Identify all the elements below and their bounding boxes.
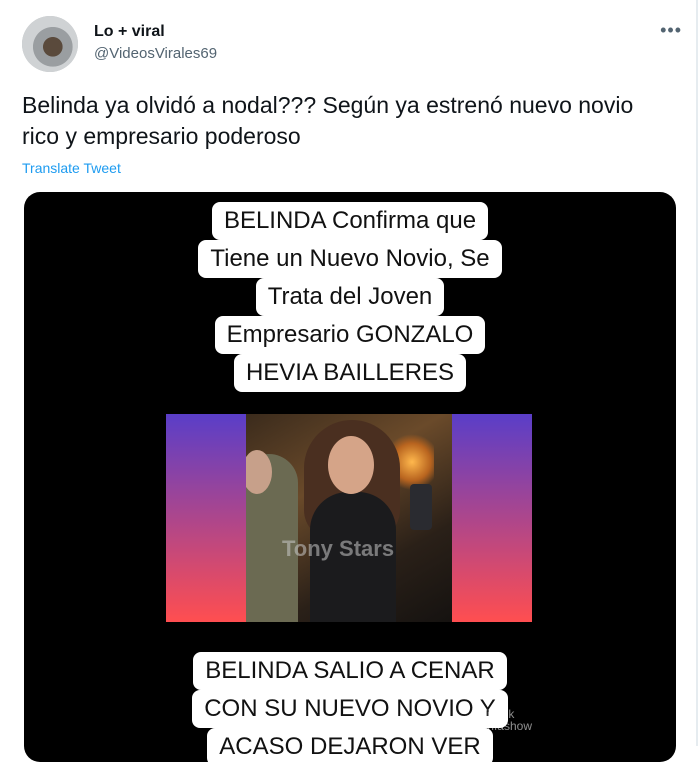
avatar[interactable] xyxy=(22,16,78,72)
video-watermark: Tony Stars xyxy=(282,536,395,561)
tweet-text: Belinda ya olvidó a nodal??? Según ya es… xyxy=(22,92,634,149)
video-scene xyxy=(246,414,452,622)
caption-line: ACASO DEJARON VER xyxy=(207,728,493,762)
author-block[interactable]: Lo + viral @VideosVirales69 xyxy=(94,22,217,64)
gradient-panel-right xyxy=(452,414,532,622)
caption-line: HEVIA BAILLERES xyxy=(233,354,467,392)
caption-line: Tiene un Nuevo Novio, Se xyxy=(198,240,502,278)
caption-line: BELINDA SALIO A CENAR xyxy=(193,652,507,690)
tiktok-user: @sonfashow xyxy=(462,719,532,733)
tiktok-watermark: ♪ TikTok @sonfashow xyxy=(462,692,532,733)
tweet-card: Lo + viral @VideosVirales69 ••• Belinda … xyxy=(0,0,698,762)
caption-top: BELINDA Confirma que Tiene un Nuevo Novi… xyxy=(24,202,676,392)
caption-line: Trata del Joven xyxy=(255,278,445,316)
author-display-name[interactable]: Lo + viral xyxy=(94,22,217,42)
caption-line: BELINDA Confirma que xyxy=(211,202,489,240)
caption-line: Empresario GONZALO xyxy=(214,316,486,354)
tweet-media-video[interactable]: BELINDA Confirma que Tiene un Nuevo Novi… xyxy=(24,192,676,762)
tweet-header: Lo + viral @VideosVirales69 ••• xyxy=(22,16,682,72)
video-frame: Tony Stars xyxy=(166,414,532,622)
more-horizontal-icon[interactable]: ••• xyxy=(660,20,682,41)
caption-line: CON SU NUEVO NOVIO Y xyxy=(192,690,508,728)
translate-tweet-link[interactable]: Translate Tweet xyxy=(22,160,121,176)
gradient-panel-left xyxy=(166,414,246,622)
author-handle[interactable]: @VideosVirales69 xyxy=(94,44,217,64)
